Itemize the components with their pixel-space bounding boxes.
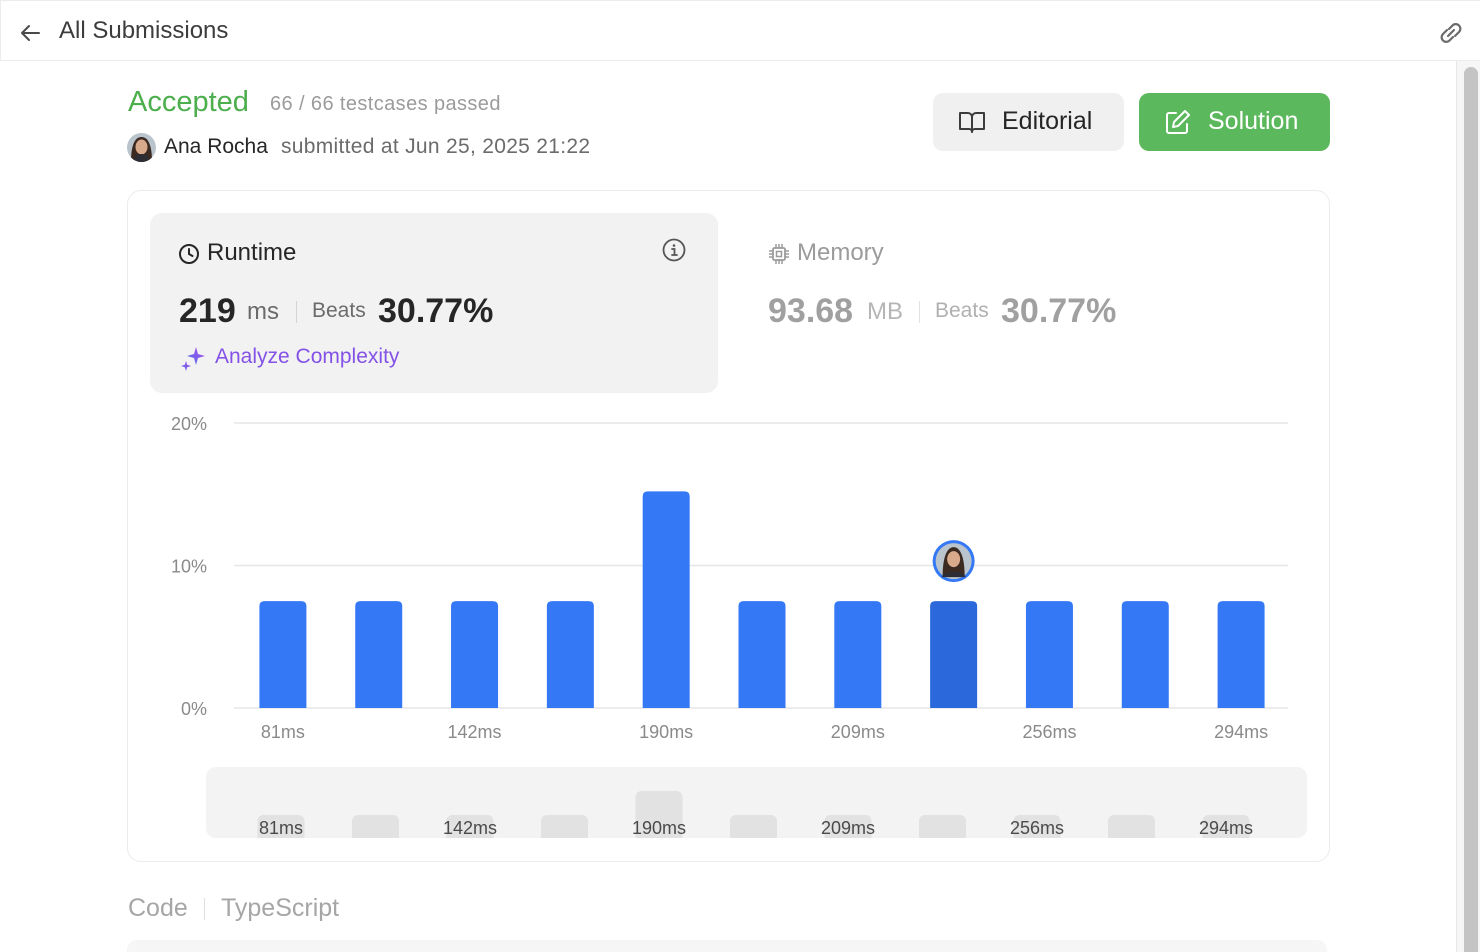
memory-unit: MB [867,298,903,325]
overview-bar [1108,815,1155,838]
overview-tick-label: 190ms [632,818,686,838]
code-block [127,940,1327,952]
divider [296,301,297,323]
bar [1217,601,1265,708]
overview-tick-label: 256ms [1010,818,1064,838]
chip-icon [769,244,789,264]
runtime-beats-label: Beats [312,299,366,322]
submitted-time: submitted at Jun 25, 2025 21:22 [281,135,591,158]
y-tick-label: 10% [171,557,207,577]
editorial-button[interactable]: Editorial [933,93,1124,151]
bar [642,491,690,708]
runtime-value: 219 [179,292,236,330]
bar [259,601,307,708]
memory-tab[interactable]: Memory [797,239,884,267]
analyze-complexity-link[interactable]: Analyze Complexity [215,345,399,369]
user-name[interactable]: Ana Rocha [164,135,268,159]
bar [451,601,499,708]
runtime-distribution-chart: 0% 10% 20% 81ms 142ms 190ms 209ms 256ms 294ms [171,414,1288,742]
back-arrow-icon[interactable] [17,20,43,46]
x-tick-label: 190ms [639,722,693,742]
memory-value: 93.68 [768,292,854,330]
x-tick-label: 209ms [831,722,885,742]
runtime-unit: ms [247,298,279,325]
divider [919,301,920,323]
bar [738,601,786,708]
solution-label: Solution [1208,107,1299,135]
edit-icon [1166,110,1190,134]
x-tick-label: 294ms [1214,722,1268,742]
overview-tick-label: 209ms [821,818,875,838]
avatar-face [947,551,961,568]
all-submissions-title[interactable]: All Submissions [59,17,228,45]
code-label: Code [128,894,188,922]
overview-tick-label: 142ms [443,818,497,838]
bar [355,601,403,708]
testcases-passed: 66 / 66 testcases passed [270,93,501,115]
bar [1121,601,1169,708]
overview-bar [919,815,966,838]
overview-bar [541,815,588,838]
bar-highlight [930,601,978,708]
y-tick-label: 20% [171,414,207,434]
scrollbar[interactable] [1456,61,1480,952]
book-icon [959,112,985,133]
scrollbar-thumb[interactable] [1464,67,1478,952]
overview-tick-label: 294ms [1199,818,1253,838]
divider [204,898,205,920]
code-language: TypeScript [221,894,340,922]
overview-bar [352,815,399,838]
overview-tick-label: 81ms [259,818,303,838]
avatar[interactable] [127,133,156,162]
x-tick-label: 81ms [261,722,305,742]
runtime-beats-value: 30.77% [378,292,494,330]
sparkle-icon[interactable] [180,345,207,372]
info-icon[interactable] [661,237,687,263]
chart-overview: 81ms 142ms 190ms 209ms 256ms 294ms [257,791,1253,838]
x-tick-label: 256ms [1022,722,1076,742]
submission-status: Accepted [128,86,249,118]
memory-beats-value: 30.77% [1001,292,1117,330]
overview-bar [730,815,777,838]
x-tick-label: 142ms [448,722,502,742]
bar [546,601,594,708]
top-bar: All Submissions [0,0,1480,61]
bar [834,601,882,708]
y-tick-label: 0% [181,699,207,719]
clock-icon [179,244,199,264]
runtime-label: Runtime [207,239,297,266]
memory-beats-label: Beats [935,299,989,322]
chart-avatar-marker [932,540,975,583]
editorial-label: Editorial [1002,107,1093,135]
solution-button[interactable]: Solution [1139,93,1330,151]
bar [1025,601,1073,708]
link-icon[interactable] [1435,19,1467,47]
chart-overview-strip[interactable]: 81ms 142ms 190ms 209ms 256ms 294ms [206,767,1307,838]
